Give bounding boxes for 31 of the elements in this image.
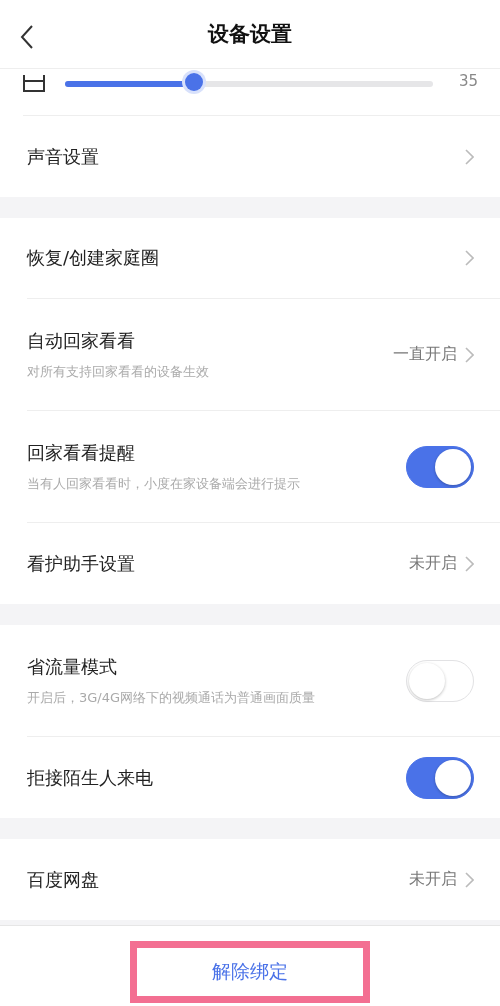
item-value: 一直开启 bbox=[393, 344, 457, 365]
chevron-icon bbox=[465, 555, 474, 572]
screen-icon bbox=[23, 75, 45, 93]
unbind-button[interactable]: 解除绑定 bbox=[130, 941, 370, 1003]
item-description: 开启后，3G/4G网络下的视频通话为普通画面质量 bbox=[27, 688, 317, 707]
item-value: 未开启 bbox=[409, 553, 457, 574]
back-icon[interactable] bbox=[20, 24, 34, 50]
slider-thumb[interactable] bbox=[184, 73, 203, 91]
chevron-icon bbox=[465, 250, 474, 266]
item-title: 声音设置 bbox=[27, 144, 100, 169]
item-description: 当有人回家看看时，小度在家设备端会进行提示 bbox=[27, 474, 301, 493]
toggle-switch[interactable] bbox=[406, 445, 474, 488]
slider-value: 35 bbox=[458, 72, 478, 90]
item-title: 省流量模式 bbox=[27, 654, 118, 679]
item-title: 看护助手设置 bbox=[27, 551, 136, 576]
item-title: 百度网盘 bbox=[27, 867, 100, 892]
item-description: 对所有支持回家看看的设备生效 bbox=[27, 362, 210, 381]
item-title: 回家看看提醒 bbox=[27, 440, 136, 465]
item-value: 未开启 bbox=[409, 869, 457, 890]
chevron-icon bbox=[465, 871, 474, 888]
settings-item[interactable]: 自动回家看看 对所有支持回家看看的设备生效 一直开启 bbox=[27, 299, 500, 411]
chevron-icon bbox=[465, 148, 474, 165]
settings-item[interactable]: 看护助手设置 未开启 bbox=[27, 523, 500, 604]
item-title: 拒接陌生人来电 bbox=[27, 765, 154, 790]
toggle-switch[interactable] bbox=[406, 756, 474, 799]
item-title: 自动回家看看 bbox=[27, 328, 136, 353]
page-title: 设备设置 bbox=[208, 21, 292, 48]
chevron-icon bbox=[465, 346, 474, 363]
settings-item[interactable]: 声音设置 bbox=[27, 116, 500, 197]
settings-item[interactable]: 恢复/创建家庭圈 bbox=[27, 218, 500, 299]
item-title: 恢复/创建家庭圈 bbox=[27, 246, 161, 270]
